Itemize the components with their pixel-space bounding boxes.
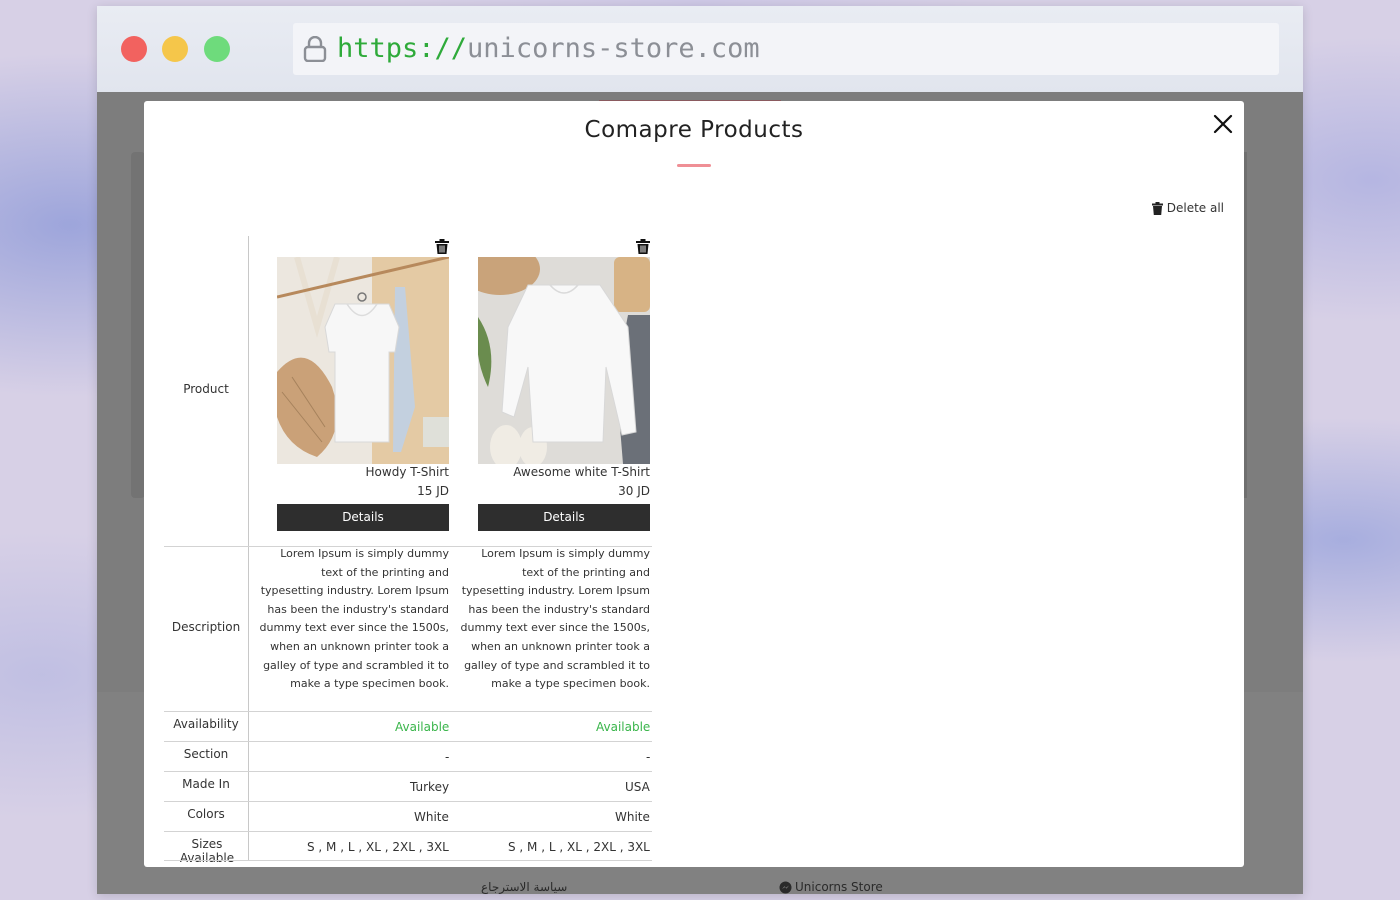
row-divider xyxy=(164,771,652,772)
product-image[interactable] xyxy=(478,257,650,464)
remove-product-trash-icon[interactable] xyxy=(435,239,449,254)
section-value: - xyxy=(445,750,450,764)
footer-store-name: Unicorns Store xyxy=(795,880,883,894)
close-icon[interactable] xyxy=(1210,111,1236,137)
availability-status: Available xyxy=(596,720,651,734)
url-text: https://unicorns-store.com xyxy=(337,23,760,75)
sizes-value: S , M , L , XL , 2XL , 3XL xyxy=(508,840,650,854)
url-host: unicorns-store.com xyxy=(467,33,760,64)
compare-products-modal: Comapre Products Delete all Product Desc… xyxy=(144,101,1244,867)
availability-status: Available xyxy=(395,720,450,734)
row-label-made-in: Made In xyxy=(182,777,230,791)
product-price: 30 JD xyxy=(618,484,650,498)
product-image[interactable] xyxy=(277,257,449,464)
column-divider xyxy=(248,236,249,860)
row-label-description: Description xyxy=(171,620,241,634)
footer-messenger-link[interactable]: Unicorns Store xyxy=(779,880,883,894)
background-card xyxy=(131,152,145,498)
maximize-window-button[interactable] xyxy=(204,36,230,62)
row-divider xyxy=(164,831,652,832)
remove-product-trash-icon[interactable] xyxy=(636,239,650,254)
delete-all-label: Delete all xyxy=(1166,201,1224,215)
sizes-value: S , M , L , XL , 2XL , 3XL xyxy=(307,840,449,854)
row-divider xyxy=(164,860,652,861)
delete-all-button[interactable]: Delete all xyxy=(1151,201,1224,215)
address-bar[interactable]: https://unicorns-store.com xyxy=(293,23,1279,75)
title-underline xyxy=(677,164,711,167)
colors-value: White xyxy=(615,810,650,824)
product-price: 15 JD xyxy=(417,484,449,498)
row-label-colors: Colors xyxy=(187,807,225,821)
product-name[interactable]: Howdy T-Shirt xyxy=(366,465,449,479)
made-in-value: USA xyxy=(625,780,650,794)
details-button[interactable]: Details xyxy=(478,504,650,531)
row-label-availability: Availability xyxy=(173,717,239,731)
row-divider xyxy=(164,741,652,742)
made-in-value: Turkey xyxy=(410,780,450,794)
row-label-section: Section xyxy=(183,747,229,761)
colors-value: White xyxy=(414,810,449,824)
modal-title: Comapre Products xyxy=(584,117,804,143)
details-button[interactable]: Details xyxy=(277,504,449,531)
url-protocol: https:// xyxy=(337,33,468,64)
section-value: - xyxy=(646,750,651,764)
product-description: Lorem Ipsum is simply dummy text of the … xyxy=(460,547,650,691)
row-divider xyxy=(164,801,652,802)
minimize-window-button[interactable] xyxy=(162,36,188,62)
row-divider xyxy=(164,711,652,712)
trash-icon xyxy=(1151,201,1163,215)
row-label-product: Product xyxy=(183,382,229,396)
browser-titlebar: https://unicorns-store.com xyxy=(97,6,1303,92)
close-window-button[interactable] xyxy=(121,36,147,62)
product-name[interactable]: Awesome white T-Shirt xyxy=(513,465,650,479)
lock-icon xyxy=(303,36,327,62)
product-description: Lorem Ipsum is simply dummy text of the … xyxy=(259,547,449,691)
messenger-icon xyxy=(779,881,792,893)
footer-returns-policy-link[interactable]: سياسة الاسترجاع xyxy=(481,880,567,894)
